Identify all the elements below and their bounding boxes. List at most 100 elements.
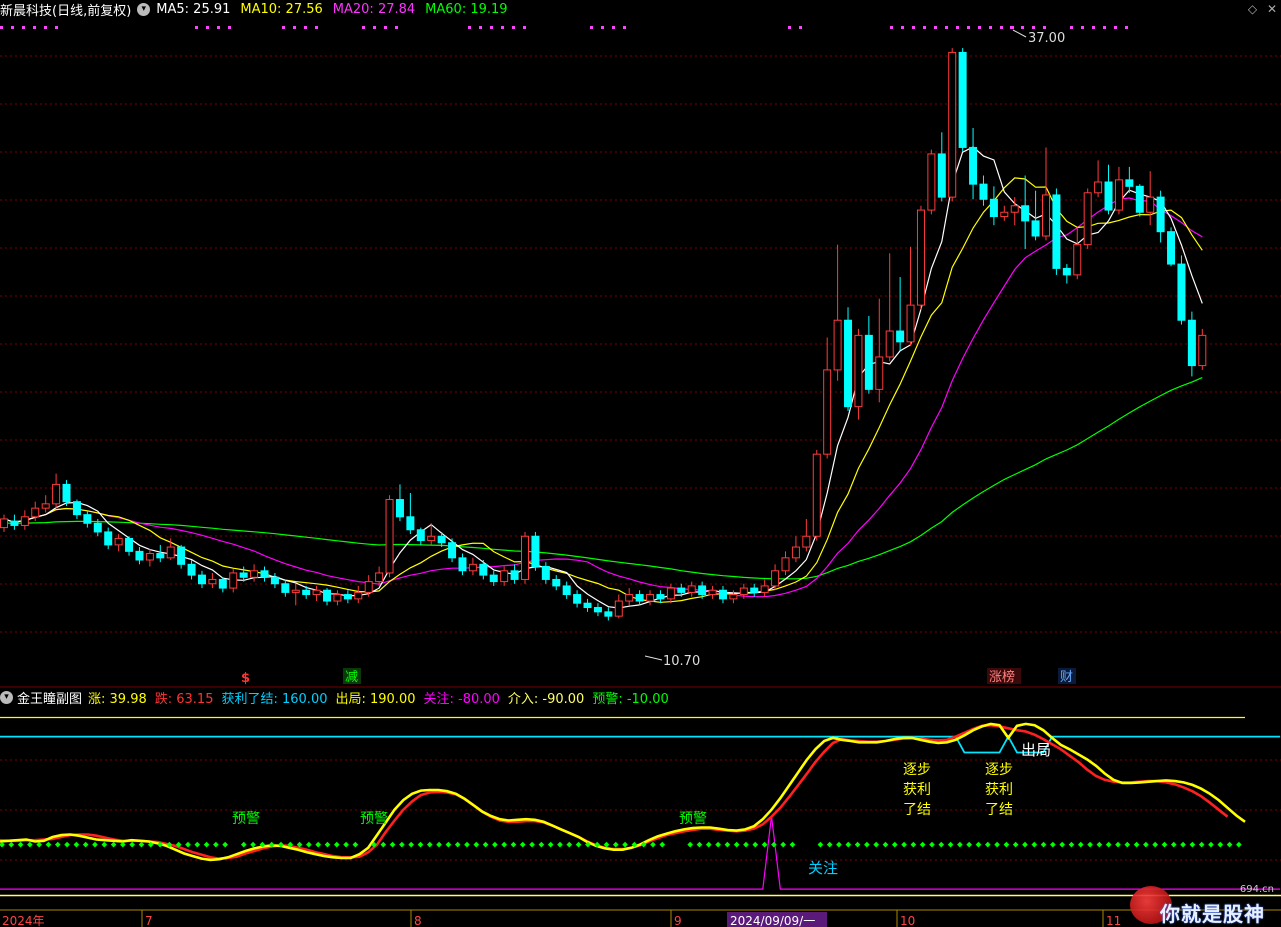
exit-label: 出局 bbox=[1021, 741, 1051, 759]
warning-dot bbox=[1050, 841, 1056, 848]
candle-body bbox=[312, 589, 321, 596]
candle-body bbox=[333, 594, 342, 602]
svg-text:获利: 获利 bbox=[985, 782, 1013, 798]
event-tag-rank[interactable]: 涨榜 bbox=[989, 669, 1015, 685]
warning-dot bbox=[1198, 841, 1205, 848]
svg-text:10.70: 10.70 bbox=[663, 654, 700, 669]
signal-dot bbox=[1032, 26, 1035, 29]
candle-body bbox=[302, 589, 311, 596]
signal-dot bbox=[978, 26, 981, 29]
candle-body bbox=[583, 602, 592, 609]
candle-body bbox=[937, 153, 946, 198]
candle-body bbox=[448, 542, 457, 559]
take-profit-label-1: 逐步 获利 了结 bbox=[903, 762, 931, 818]
svg-text:了结: 了结 bbox=[903, 802, 931, 818]
candle-body bbox=[31, 507, 40, 518]
indicator-exit: 出局: 190.00 bbox=[335, 691, 416, 707]
candle-body bbox=[1104, 181, 1113, 211]
candle-body bbox=[708, 589, 717, 596]
date-label: 9 bbox=[674, 914, 682, 927]
warning-dot bbox=[1124, 841, 1131, 848]
warning-dot bbox=[82, 841, 89, 848]
close-icon[interactable]: ✕ bbox=[1267, 2, 1277, 16]
warning-dot bbox=[864, 841, 870, 848]
warning-dot bbox=[910, 841, 917, 848]
candle-body bbox=[552, 578, 561, 587]
warning-dot bbox=[1152, 841, 1159, 848]
candle-body bbox=[750, 587, 759, 593]
warning-dot bbox=[873, 841, 880, 848]
warning-dot bbox=[1143, 841, 1149, 848]
date-label: 2024年 bbox=[2, 914, 45, 927]
candle-body bbox=[135, 550, 144, 561]
signal-dot bbox=[945, 26, 948, 29]
warning-dot bbox=[715, 841, 721, 848]
signal-dot bbox=[1021, 26, 1024, 29]
candle-body bbox=[479, 563, 488, 576]
warning-dot bbox=[1096, 841, 1103, 848]
candle-body bbox=[1052, 194, 1061, 269]
warning-dot bbox=[566, 841, 573, 848]
warning-dot bbox=[519, 841, 526, 848]
event-tag-reduce[interactable]: 减 bbox=[345, 670, 358, 685]
candle-body bbox=[489, 574, 498, 583]
event-tag-finance[interactable]: 财 bbox=[1060, 670, 1073, 685]
candle-body bbox=[1010, 205, 1019, 213]
date-label: 8 bbox=[414, 914, 422, 927]
warning-dot bbox=[185, 841, 191, 848]
candle-body bbox=[521, 535, 529, 580]
candle-body bbox=[646, 594, 655, 602]
candle-body bbox=[729, 594, 738, 600]
candle-body bbox=[979, 183, 988, 200]
candle-body bbox=[614, 600, 623, 617]
warning-dot bbox=[399, 841, 405, 848]
candle-body bbox=[156, 553, 165, 559]
candle-body bbox=[416, 529, 425, 542]
high-price-mark: 37.00 bbox=[1012, 29, 1065, 46]
svg-text:逐步: 逐步 bbox=[903, 762, 931, 778]
warning-dot bbox=[984, 841, 991, 848]
warning-dot bbox=[454, 841, 461, 848]
candle-body bbox=[989, 198, 998, 218]
warning-dot bbox=[752, 841, 759, 848]
indicator-title[interactable]: 金王瞳副图 bbox=[17, 688, 82, 707]
svg-text:预警: 预警 bbox=[679, 811, 707, 827]
candle-body bbox=[906, 304, 915, 343]
candle-body bbox=[1073, 244, 1082, 276]
candle-body bbox=[666, 587, 675, 600]
stock-title[interactable]: 新晨科技(日线,前复权) bbox=[0, 0, 131, 19]
warning-dot bbox=[482, 841, 489, 848]
candle-body bbox=[562, 585, 571, 596]
warning-dot bbox=[696, 841, 703, 848]
signal-dot bbox=[362, 26, 365, 29]
signal-dot bbox=[1114, 26, 1117, 29]
candle-body bbox=[833, 319, 842, 371]
event-tag-dollar[interactable]: $ bbox=[241, 671, 250, 686]
signal-dot bbox=[1070, 26, 1073, 29]
candle-body bbox=[208, 578, 217, 585]
signal-dot bbox=[1043, 26, 1046, 29]
signal-dot bbox=[55, 26, 58, 29]
candle-body bbox=[1083, 192, 1092, 246]
signal-dot bbox=[1081, 26, 1084, 29]
warning-dot bbox=[389, 841, 396, 848]
chevron-down-icon[interactable]: ▾ bbox=[137, 2, 151, 16]
warning-dot bbox=[64, 841, 70, 848]
warning-dot bbox=[203, 841, 210, 848]
signal-dot bbox=[934, 26, 937, 29]
warning-dot bbox=[901, 841, 907, 848]
candle-body bbox=[166, 546, 175, 559]
candle-body bbox=[239, 572, 248, 578]
signal-dot bbox=[912, 26, 915, 29]
warning-dot bbox=[557, 841, 563, 848]
focus-label: 关注 bbox=[808, 859, 838, 877]
candle-body bbox=[573, 594, 582, 604]
warning-dot bbox=[529, 841, 535, 848]
warning-dot bbox=[1133, 841, 1140, 848]
warning-dot bbox=[17, 841, 24, 848]
diamond-icon[interactable]: ◇ bbox=[1248, 2, 1257, 16]
candle-body bbox=[1187, 319, 1196, 367]
signal-dot bbox=[11, 26, 14, 29]
chevron-down-icon[interactable]: ▾ bbox=[0, 690, 13, 704]
candles[interactable] bbox=[0, 48, 1207, 621]
